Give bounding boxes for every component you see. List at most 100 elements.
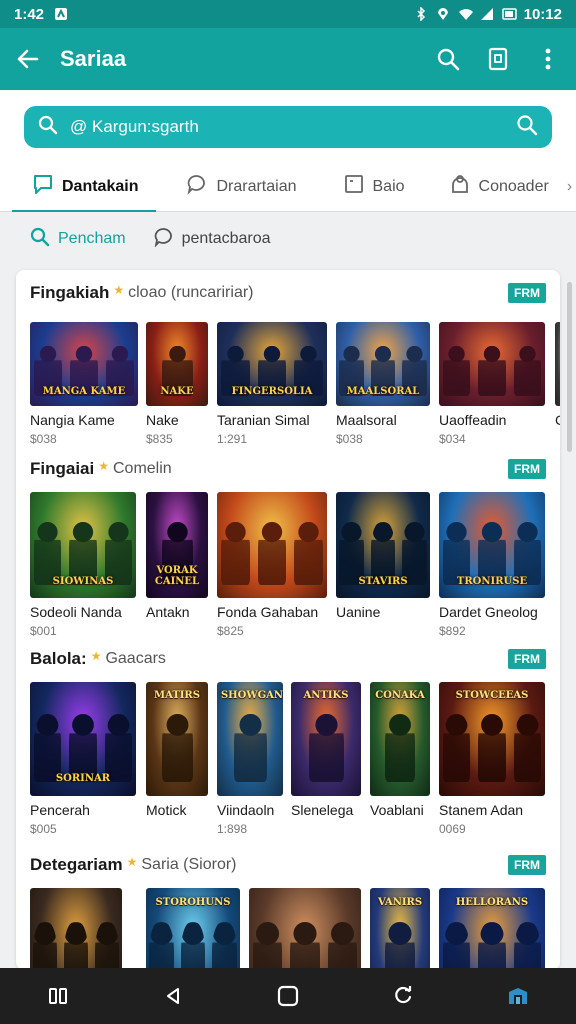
game-cover-image[interactable]: HELLORANS (439, 888, 545, 970)
game-tile[interactable]: HELLORANS (439, 888, 545, 970)
subnav-pentacbaroa[interactable]: pentacbaroa (154, 227, 271, 252)
cover-title-text: FINGERSOLIA (231, 386, 313, 398)
cover-title-text: STOWCEEAS (455, 690, 529, 702)
tab-baio[interactable]: Baio (315, 162, 423, 212)
game-cover-image[interactable]: SORINAR (30, 682, 136, 796)
game-name: C (555, 412, 560, 428)
section-badge[interactable]: FRM (508, 459, 546, 479)
game-tile[interactable]: SHOWGANS Viindaoln 1:898 (217, 682, 283, 840)
game-cover-image[interactable] (30, 888, 122, 970)
star-icon: ★ (98, 459, 109, 473)
comment-icon (154, 227, 174, 252)
game-tile[interactable]: VORAK CAINEL Antakn (146, 492, 208, 642)
game-cover-image[interactable] (249, 888, 361, 970)
cover-title-text: MAALSORAL (346, 386, 420, 398)
game-cover-image[interactable]: ANTIKS (291, 682, 361, 796)
bag-icon (449, 173, 471, 200)
character-figure (442, 921, 471, 970)
section-badge[interactable]: FRM (508, 649, 546, 669)
tab-overflow-indicator[interactable]: › (567, 178, 576, 196)
back-icon[interactable] (159, 982, 187, 1010)
game-tile[interactable]: ANTIKS Slenelega (291, 682, 361, 840)
game-tile[interactable]: STOROHUNS (146, 888, 240, 970)
game-cover-image[interactable]: VORAK CAINEL (146, 492, 208, 598)
game-cover-image[interactable]: MAALSORAL (336, 322, 430, 406)
game-tile[interactable]: MAALSORAL Maalsoral $038 (336, 322, 430, 450)
home-icon[interactable] (274, 982, 302, 1010)
app-bar: Sariaa (0, 28, 576, 90)
game-cover-image[interactable] (555, 322, 560, 406)
character-figure (308, 713, 344, 783)
character-figure (478, 345, 506, 396)
game-tile[interactable]: SORINAR Pencerah $005 (30, 682, 136, 840)
game-price: $835 (146, 432, 173, 446)
game-section: Detegariam ★ Saria (Sioror) FRM STOROHUNS VAN… (16, 852, 560, 970)
game-tile[interactable]: Fonda Gahaban $825 (217, 492, 327, 642)
tab-drarartaian[interactable]: Drarartaian (156, 162, 314, 212)
app-drawer-icon[interactable] (504, 982, 532, 1010)
search-placeholder: @ Kargun:sgarth (70, 117, 199, 136)
comment-icon (186, 173, 208, 200)
status-time: 1:42 (14, 5, 45, 23)
game-tile[interactable]: STOWCEEAS Stanem Adan 0069 (439, 682, 545, 840)
game-cover-image[interactable] (217, 492, 327, 598)
game-tile[interactable]: VANIRS (370, 888, 430, 970)
game-cover-image[interactable]: STOWCEEAS (439, 682, 545, 796)
character-figure (161, 713, 193, 783)
tab-dantakain[interactable]: Dantakain (0, 162, 157, 213)
game-cover-image[interactable]: STAVIRS (336, 492, 430, 598)
character-figure (233, 713, 267, 783)
refresh-icon[interactable] (389, 982, 417, 1010)
tab-conoader[interactable]: Conoader (423, 162, 567, 212)
game-cover-image[interactable]: STOROHUNS (146, 888, 240, 970)
cover-title-text: SIOWINAS (52, 575, 114, 587)
game-price: $001 (30, 624, 57, 638)
game-tile[interactable]: NAKE Nake $835 (146, 322, 208, 450)
game-tile[interactable] (30, 888, 122, 970)
game-cover-image[interactable]: NAKE (146, 322, 208, 406)
recents-icon[interactable] (44, 982, 72, 1010)
game-tile[interactable]: FINGERSOLIA Taranian Simal 1:291 (217, 322, 327, 450)
game-cover-image[interactable]: SHOWGANS (217, 682, 283, 796)
game-tile[interactable]: SIOWINAS Sodeoli Nanda $001 (30, 492, 136, 642)
bookmark-icon[interactable] (484, 45, 512, 73)
search-icon[interactable] (434, 45, 462, 73)
game-cover-image[interactable]: SIOWINAS (30, 492, 136, 598)
game-tile[interactable] (249, 888, 361, 970)
game-tile[interactable]: CONAKA Voablani (370, 682, 430, 840)
subnav-pencham[interactable]: Pencham (30, 227, 126, 252)
game-cover-image[interactable]: CONAKA (370, 682, 430, 796)
tab-bar: Dantakain Drarartaian Baio Conoader › (0, 162, 576, 213)
more-vert-icon[interactable] (534, 45, 562, 73)
back-arrow-icon[interactable] (14, 45, 42, 73)
game-tile[interactable]: MATIRS Motick (146, 682, 208, 840)
cover-title-text: SHOWGANS (220, 690, 283, 702)
section-title: Fingaiai (30, 459, 95, 478)
game-section: Balola: ★ Gaacars FRM SORINAR Pencerah $005 MAT… (16, 646, 560, 836)
cover-title-text: MANGA KAME (42, 386, 126, 398)
game-name: Uaoffeadin (439, 412, 507, 428)
app-title: Sariaa (60, 46, 127, 71)
game-cover-image[interactable]: MANGA KAME (30, 322, 138, 406)
game-tile[interactable]: TRONIRUSE Dardet Gneolog $892 (439, 492, 545, 642)
scrollbar[interactable] (567, 282, 572, 452)
section-badge[interactable]: FRM (508, 283, 546, 303)
game-tile[interactable]: Uaoffeadin $034 (439, 322, 545, 450)
cover-title-text: VORAK CAINEL (154, 565, 200, 587)
game-cover-image[interactable]: TRONIRUSE (439, 492, 545, 598)
cover-title-text: SORINAR (55, 773, 111, 785)
game-cover-image[interactable] (439, 322, 545, 406)
game-tile[interactable]: STAVIRS Uanine (336, 492, 430, 642)
wifi-icon (458, 7, 473, 21)
sub-nav: Pencham pentacbaroa (0, 212, 576, 266)
section-badge[interactable]: FRM (508, 855, 546, 875)
cover-title-text: HELLORANS (455, 896, 529, 908)
character-figure (513, 345, 542, 396)
search-trailing-icon[interactable] (516, 114, 538, 141)
game-cover-image[interactable]: MATIRS (146, 682, 208, 796)
game-cover-image[interactable]: VANIRS (370, 888, 430, 970)
game-tile[interactable]: C (555, 322, 560, 450)
game-cover-image[interactable]: FINGERSOLIA (217, 322, 327, 406)
game-tile[interactable]: MANGA KAME Nangia Kame $038 (30, 322, 138, 450)
search-input[interactable]: @ Kargun:sgarth (24, 106, 552, 148)
